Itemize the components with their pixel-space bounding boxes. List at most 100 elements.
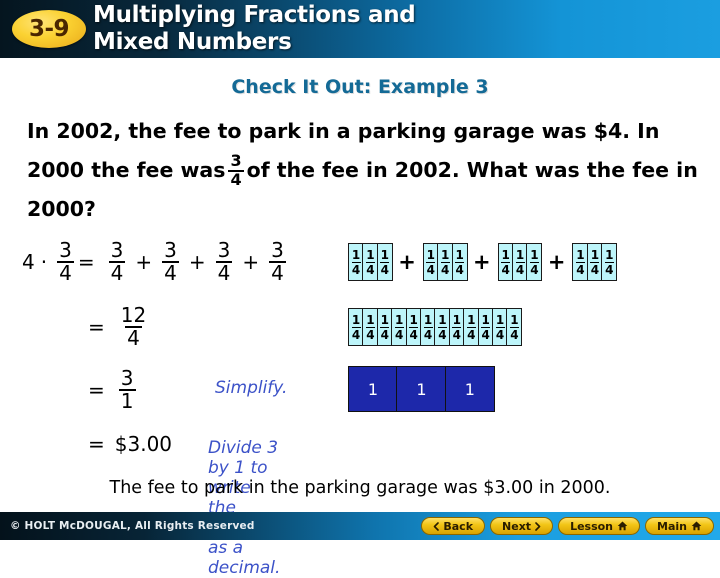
main-button[interactable]: Main <box>645 517 714 535</box>
lesson-button[interactable]: Lesson <box>558 517 641 535</box>
lesson-number-label: 3-9 <box>28 16 70 42</box>
slide-header: 3-9 Multiplying Fractions and Mixed Numb… <box>0 0 720 58</box>
plus-sign: + <box>547 250 566 274</box>
fraction-numerator: 3 <box>217 238 231 262</box>
fraction-denominator: 4 <box>455 261 465 277</box>
fraction-denominator: 4 <box>57 261 74 285</box>
work-row-1: 4 · 34 = 34 + 34 + 34 + 34 <box>22 240 290 283</box>
example-subtitle: Check It Out: Example 3 <box>231 76 489 98</box>
slide-title-line1: Multiplying Fractions and <box>93 2 416 28</box>
home-icon <box>617 521 628 531</box>
equals-sign: = <box>88 377 105 402</box>
fraction-numerator: 1 <box>501 247 510 262</box>
fraction-denominator: 4 <box>269 261 286 285</box>
fraction-denominator: 4 <box>409 326 419 342</box>
work-row-2: = 12 4 <box>88 305 152 348</box>
fraction-numerator: 1 <box>409 312 418 327</box>
equals-sign: = <box>77 249 95 274</box>
next-button-label: Next <box>502 519 532 533</box>
work-sum-term-3: 34 <box>215 238 233 285</box>
work-sum-term-1: 34 <box>108 240 126 283</box>
fraction-denominator: 4 <box>590 261 600 277</box>
fraction-group: 141414 <box>497 243 543 281</box>
fraction-denominator: 4 <box>501 261 511 277</box>
work-fraction-twelve-fourths: 12 4 <box>119 305 148 348</box>
fraction-numerator: 1 <box>380 312 389 327</box>
fraction-denominator: 4 <box>351 261 361 277</box>
fraction-unit-cell: 14 <box>601 243 618 281</box>
work-sum-term-2: 34 <box>162 240 179 283</box>
fraction-unit-cell: 14 <box>506 308 523 346</box>
chevron-right-icon <box>535 521 541 531</box>
fraction-denominator: 4 <box>604 261 614 277</box>
fraction-numerator: 3 <box>59 238 72 262</box>
fraction-denominator: 4 <box>529 261 539 277</box>
fraction-numerator: 1 <box>530 247 539 262</box>
fraction-numerator: 1 <box>395 312 404 327</box>
annotation-divide: Divide 3 by 1 to write the fraction as a… <box>208 438 281 578</box>
fraction-denominator: 4 <box>437 326 447 342</box>
multiplication-dot-icon: · <box>40 249 48 274</box>
fraction-denominator: 1 <box>118 389 136 413</box>
fraction-numerator: 12 <box>120 303 147 327</box>
fraction-numerator: 1 <box>423 312 433 327</box>
work-multiplier: 4 <box>22 249 35 274</box>
fraction-numerator: 1 <box>467 312 476 327</box>
fraction-denominator: 4 <box>452 326 462 342</box>
work-fraction-three-over-one: 31 <box>118 366 136 413</box>
fraction-denominator: 4 <box>380 261 390 277</box>
problem-inline-fraction: 34 <box>228 150 244 189</box>
fraction-denominator: 4 <box>481 326 491 342</box>
fraction-denominator: 4 <box>466 326 476 342</box>
conclusion-text: The fee to park in the parking garage wa… <box>109 478 611 498</box>
fraction-numerator: 3 <box>230 150 242 170</box>
fraction-numerator: 1 <box>438 312 447 327</box>
fraction-numerator: 1 <box>510 312 519 327</box>
fraction-group: 141414 <box>348 243 393 281</box>
copyright-label: © HOLT McDOUGAL, All Rights Reserved <box>10 520 255 532</box>
plus-sign-2: + <box>188 249 206 274</box>
footer-navigation: Back Next Lesson Main <box>421 517 714 535</box>
fraction-numerator: 1 <box>452 312 462 327</box>
fraction-numerator: 1 <box>481 312 490 327</box>
fraction-denominator: 4 <box>515 261 525 277</box>
home-icon <box>691 521 702 531</box>
fraction-unit-cell: 14 <box>376 243 393 281</box>
work-row-4: = $3.00 <box>88 432 172 456</box>
fraction-denominator: 4 <box>509 326 519 342</box>
annotation-simplify: Simplify. <box>215 378 288 398</box>
fraction-numerator: 3 <box>164 238 177 262</box>
fraction-numerator: 1 <box>366 247 375 262</box>
plus-sign-1: + <box>135 249 153 274</box>
fraction-denominator: 4 <box>162 261 179 285</box>
work-fraction-operand: 34 <box>57 240 74 283</box>
plus-sign: + <box>473 250 491 274</box>
fraction-numerator: 1 <box>366 312 375 327</box>
fraction-numerator: 1 <box>605 247 614 262</box>
fraction-group: 141414141414141414141414 <box>348 308 523 346</box>
fraction-numerator: 3 <box>120 366 134 390</box>
whole-model-row-3: 111 <box>348 366 495 412</box>
next-button[interactable]: Next <box>490 517 554 535</box>
fraction-group: 141414 <box>572 243 618 281</box>
fraction-numerator: 1 <box>351 312 361 327</box>
chevron-left-icon <box>433 521 440 531</box>
work-final-value: $3.00 <box>114 432 173 456</box>
fraction-group: 141414 <box>422 243 468 281</box>
fraction-numerator: 3 <box>271 238 284 262</box>
work-sum-term-4: 34 <box>269 240 286 283</box>
whole-unit-cell: 1 <box>396 366 447 412</box>
whole-unit-cell: 1 <box>348 366 398 412</box>
fraction-denominator: 4 <box>215 261 233 285</box>
fraction-denominator: 4 <box>228 169 244 189</box>
fraction-denominator: 4 <box>125 326 142 350</box>
fraction-numerator: 1 <box>576 247 585 262</box>
lesson-number-badge: 3-9 <box>12 10 86 48</box>
back-button[interactable]: Back <box>421 517 486 535</box>
fraction-numerator: 1 <box>351 247 361 262</box>
fraction-numerator: 1 <box>441 247 450 262</box>
fraction-denominator: 4 <box>380 326 390 342</box>
fraction-denominator: 4 <box>575 261 585 277</box>
fraction-numerator: 1 <box>455 247 464 262</box>
fraction-unit-cell: 14 <box>526 243 543 281</box>
